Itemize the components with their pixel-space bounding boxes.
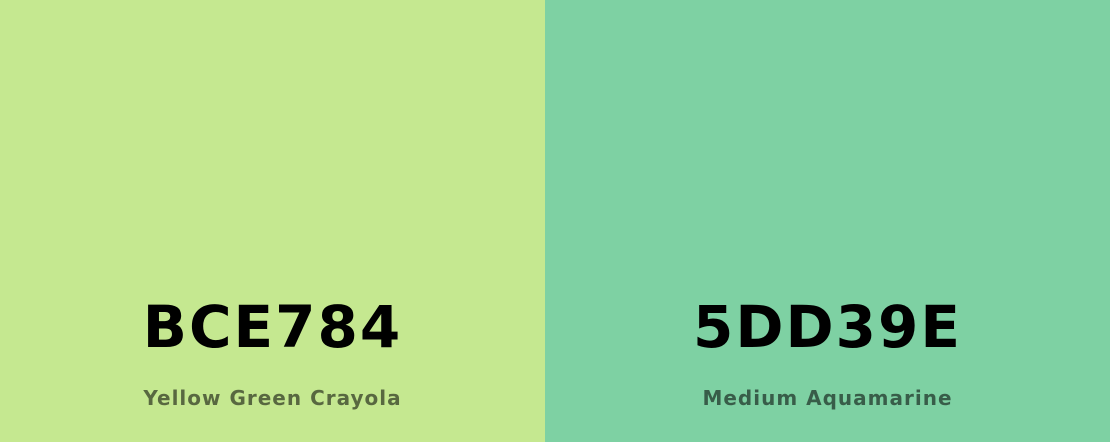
- swatch-hex-code[interactable]: BCE784: [0, 292, 545, 362]
- color-swatch-2[interactable]: 5DD39E Medium Aquamarine: [545, 0, 1110, 442]
- swatch-color-name: Yellow Green Crayola: [143, 386, 402, 410]
- color-swatch-1[interactable]: BCE784 Yellow Green Crayola: [0, 0, 545, 442]
- swatch-hex-code[interactable]: 5DD39E: [545, 292, 1110, 362]
- color-palette: BCE784 Yellow Green Crayola 5DD39E Mediu…: [0, 0, 1110, 442]
- swatch-color-name: Medium Aquamarine: [702, 386, 953, 410]
